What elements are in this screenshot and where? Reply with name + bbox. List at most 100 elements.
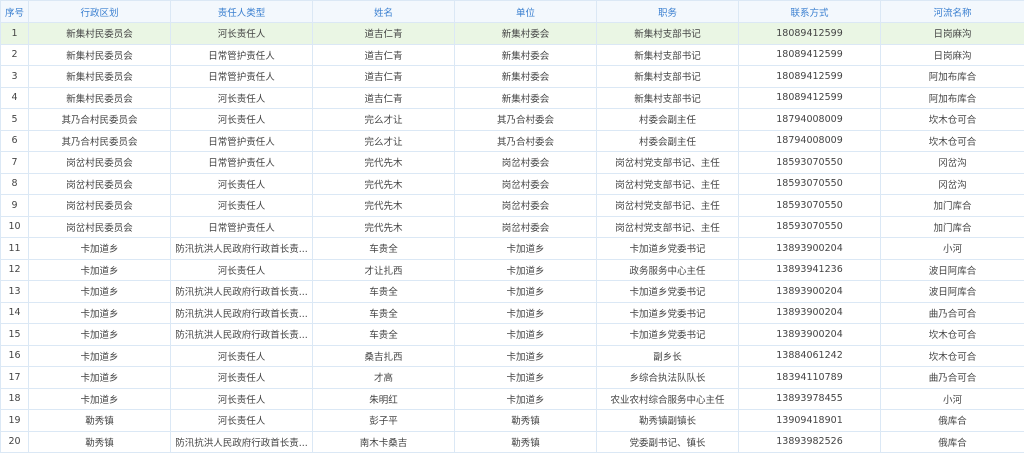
cell-contact: 13909418901 xyxy=(738,409,881,432)
cell-index: 13 xyxy=(0,280,29,303)
cell-river-name: 俄库合 xyxy=(880,430,1024,453)
cell-unit: 勒秀镇 xyxy=(454,409,597,432)
cell-position: 党委副书记、镇长 xyxy=(596,430,739,453)
column-header-contact[interactable]: 联系方式 xyxy=(738,0,881,23)
table-row[interactable]: 16 卡加道乡 河长责任人 桑吉扎西 卡加道乡 副乡长 13884061242 坎木仓可合 xyxy=(0,344,1024,367)
cell-unit: 卡加道乡 xyxy=(454,387,597,410)
table-row[interactable]: 7 岗岔村民委员会 日常管护责任人 完代先木 岗岔村委会 岗岔村党支部书记、主任 18593… xyxy=(0,151,1024,174)
cell-river-name: 坎木仓可合 xyxy=(880,323,1024,346)
cell-unit: 岗岔村委会 xyxy=(454,172,597,195)
cell-contact: 18089412599 xyxy=(738,22,881,45)
cell-district: 岗岔村民委员会 xyxy=(28,215,171,238)
table-row[interactable]: 10 岗岔村民委员会 日常管护责任人 完代先木 岗岔村委会 岗岔村党支部书记、主任 1859… xyxy=(0,215,1024,238)
cell-index: 17 xyxy=(0,366,29,389)
cell-responsible-type: 河长责任人 xyxy=(170,258,313,281)
table-header: 序号 行政区划 责任人类型 姓名 单位 职务 联系方式 河流名称 xyxy=(0,0,1024,23)
cell-contact: 18593070550 xyxy=(738,151,881,174)
table-row[interactable]: 19 勒秀镇 河长责任人 彭子平 勒秀镇 勒秀镇副镇长 13909418901 俄库合 xyxy=(0,409,1024,432)
cell-name: 南木卡桑吉 xyxy=(312,430,455,453)
cell-index: 9 xyxy=(0,194,29,217)
cell-district: 其乃合村民委员会 xyxy=(28,108,171,131)
column-header-responsible-type[interactable]: 责任人类型 xyxy=(170,0,313,23)
cell-unit: 新集村委会 xyxy=(454,65,597,88)
column-header-index[interactable]: 序号 xyxy=(0,0,29,23)
cell-index: 19 xyxy=(0,409,29,432)
cell-responsible-type: 河长责任人 xyxy=(170,409,313,432)
table-row[interactable]: 14 卡加道乡 防汛抗洪人民政府行政首长责... 车贵全 卡加道乡 卡加道乡党委书记 138… xyxy=(0,301,1024,324)
table-row[interactable]: 5 其乃合村民委员会 河长责任人 完么才让 其乃合村委会 村委会副主任 1879400800… xyxy=(0,108,1024,131)
cell-position: 岗岔村党支部书记、主任 xyxy=(596,215,739,238)
cell-district: 勒秀镇 xyxy=(28,430,171,453)
cell-unit: 卡加道乡 xyxy=(454,323,597,346)
cell-river-name: 冈岔沟 xyxy=(880,151,1024,174)
cell-contact: 18394110789 xyxy=(738,366,881,389)
cell-position: 乡综合执法队队长 xyxy=(596,366,739,389)
table-body: 1 新集村民委员会 河长责任人 道吉仁青 新集村委会 新集村支部书记 18089412599… xyxy=(0,22,1024,453)
column-header-unit[interactable]: 单位 xyxy=(454,0,597,23)
cell-position: 卡加道乡党委书记 xyxy=(596,323,739,346)
table-row[interactable]: 9 岗岔村民委员会 河长责任人 完代先木 岗岔村委会 岗岔村党支部书记、主任 1859307… xyxy=(0,194,1024,217)
cell-district: 新集村民委员会 xyxy=(28,86,171,109)
cell-name: 车贵全 xyxy=(312,323,455,346)
river-chief-table: 序号 行政区划 责任人类型 姓名 单位 职务 联系方式 河流名称 1 新集村民委员… xyxy=(0,0,1024,453)
cell-unit: 岗岔村委会 xyxy=(454,151,597,174)
table-row[interactable]: 3 新集村民委员会 日常管护责任人 道吉仁青 新集村委会 新集村支部书记 180894125… xyxy=(0,65,1024,88)
cell-unit: 其乃合村委会 xyxy=(454,108,597,131)
cell-position: 政务服务中心主任 xyxy=(596,258,739,281)
cell-unit: 岗岔村委会 xyxy=(454,194,597,217)
cell-district: 新集村民委员会 xyxy=(28,22,171,45)
cell-name: 道吉仁青 xyxy=(312,43,455,66)
cell-contact: 13893900204 xyxy=(738,323,881,346)
table-row[interactable]: 6 其乃合村民委员会 日常管护责任人 完么才让 其乃合村委会 村委会副主任 18794008… xyxy=(0,129,1024,152)
column-header-river-name[interactable]: 河流名称 xyxy=(880,0,1024,23)
table-row[interactable]: 2 新集村民委员会 日常管护责任人 道吉仁青 新集村委会 新集村支部书记 180894125… xyxy=(0,43,1024,66)
cell-name: 彭子平 xyxy=(312,409,455,432)
cell-position: 卡加道乡党委书记 xyxy=(596,301,739,324)
cell-district: 岗岔村民委员会 xyxy=(28,194,171,217)
cell-district: 卡加道乡 xyxy=(28,323,171,346)
table-row[interactable]: 17 卡加道乡 河长责任人 才高 卡加道乡 乡综合执法队队长 18394110789 曲乃合可… xyxy=(0,366,1024,389)
table-row[interactable]: 4 新集村民委员会 河长责任人 道吉仁青 新集村委会 新集村支部书记 18089412599… xyxy=(0,86,1024,109)
cell-position: 村委会副主任 xyxy=(596,108,739,131)
table-row[interactable]: 13 卡加道乡 防汛抗洪人民政府行政首长责... 车贵全 卡加道乡 卡加道乡党委书记 138… xyxy=(0,280,1024,303)
cell-district: 卡加道乡 xyxy=(28,344,171,367)
cell-district: 勒秀镇 xyxy=(28,409,171,432)
cell-index: 5 xyxy=(0,108,29,131)
cell-river-name: 坎木仓可合 xyxy=(880,129,1024,152)
cell-district: 卡加道乡 xyxy=(28,280,171,303)
cell-index: 7 xyxy=(0,151,29,174)
table-row[interactable]: 11 卡加道乡 防汛抗洪人民政府行政首长责... 车贵全 卡加道乡 卡加道乡党委书记 138… xyxy=(0,237,1024,260)
cell-river-name: 坎木仓可合 xyxy=(880,108,1024,131)
table-row[interactable]: 12 卡加道乡 河长责任人 才让扎西 卡加道乡 政务服务中心主任 13893941236 波日… xyxy=(0,258,1024,281)
cell-index: 8 xyxy=(0,172,29,195)
cell-name: 完代先木 xyxy=(312,172,455,195)
table-row[interactable]: 18 卡加道乡 河长责任人 朱明红 卡加道乡 农业农村综合服务中心主任 1389397845… xyxy=(0,387,1024,410)
cell-position: 农业农村综合服务中心主任 xyxy=(596,387,739,410)
table-row[interactable]: 20 勒秀镇 防汛抗洪人民政府行政首长责... 南木卡桑吉 勒秀镇 党委副书记、镇长 138… xyxy=(0,430,1024,453)
cell-river-name: 冈岔沟 xyxy=(880,172,1024,195)
cell-river-name: 日岗麻沟 xyxy=(880,43,1024,66)
table-row[interactable]: 15 卡加道乡 防汛抗洪人民政府行政首长责... 车贵全 卡加道乡 卡加道乡党委书记 138… xyxy=(0,323,1024,346)
cell-position: 新集村支部书记 xyxy=(596,22,739,45)
cell-district: 卡加道乡 xyxy=(28,387,171,410)
cell-contact: 13893900204 xyxy=(738,280,881,303)
column-header-district[interactable]: 行政区划 xyxy=(28,0,171,23)
cell-name: 完代先木 xyxy=(312,194,455,217)
cell-position: 卡加道乡党委书记 xyxy=(596,237,739,260)
column-header-name[interactable]: 姓名 xyxy=(312,0,455,23)
cell-contact: 13893941236 xyxy=(738,258,881,281)
cell-district: 其乃合村民委员会 xyxy=(28,129,171,152)
column-header-position[interactable]: 职务 xyxy=(596,0,739,23)
cell-index: 10 xyxy=(0,215,29,238)
table-row[interactable]: 8 岗岔村民委员会 河长责任人 完代先木 岗岔村委会 岗岔村党支部书记、主任 1859307… xyxy=(0,172,1024,195)
cell-position: 村委会副主任 xyxy=(596,129,739,152)
cell-contact: 18794008009 xyxy=(738,129,881,152)
table-row[interactable]: 1 新集村民委员会 河长责任人 道吉仁青 新集村委会 新集村支部书记 18089412599… xyxy=(0,22,1024,45)
cell-responsible-type: 防汛抗洪人民政府行政首长责... xyxy=(170,430,313,453)
cell-name: 车贵全 xyxy=(312,280,455,303)
cell-position: 岗岔村党支部书记、主任 xyxy=(596,151,739,174)
cell-district: 新集村民委员会 xyxy=(28,65,171,88)
cell-river-name: 加门库合 xyxy=(880,215,1024,238)
cell-river-name: 曲乃合可合 xyxy=(880,366,1024,389)
cell-unit: 卡加道乡 xyxy=(454,237,597,260)
